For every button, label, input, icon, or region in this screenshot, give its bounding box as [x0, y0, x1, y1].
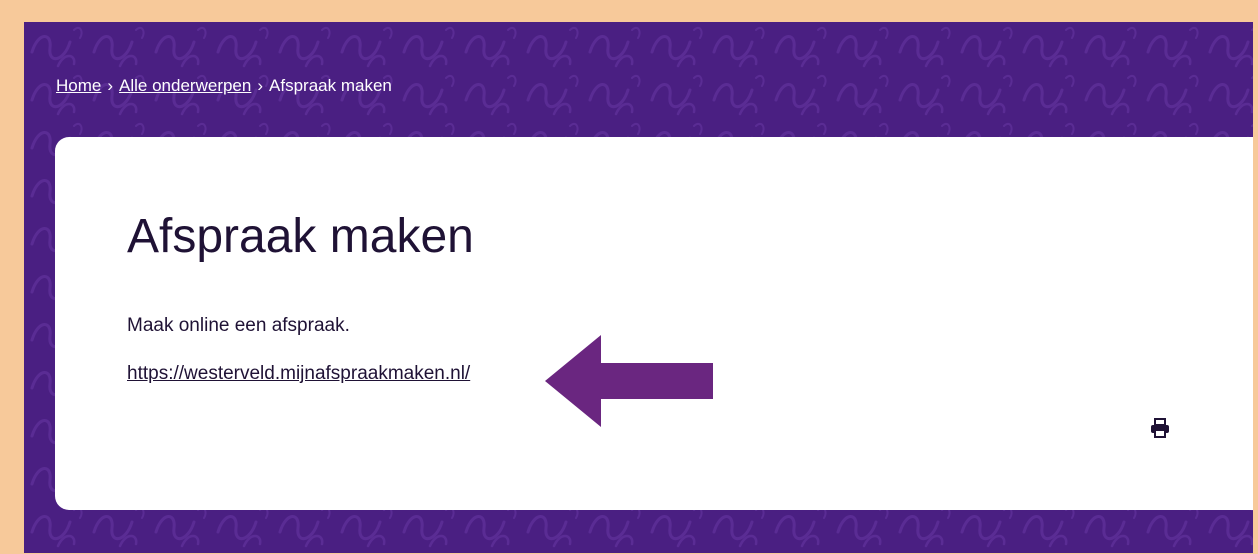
- arrow-left-icon: [545, 335, 713, 427]
- appointment-link[interactable]: https://westerveld.mijnafspraakmaken.nl/: [127, 363, 470, 385]
- header-banner: Home › Alle onderwerpen › Afspraak maken Afs…: [24, 22, 1253, 553]
- breadcrumb-topics-link[interactable]: Alle onderwerpen: [119, 76, 251, 95]
- breadcrumb-separator: ›: [107, 76, 114, 95]
- breadcrumb: Home › Alle onderwerpen › Afspraak maken: [56, 76, 392, 96]
- breadcrumb-current: Afspraak maken: [269, 76, 392, 95]
- print-icon[interactable]: [1149, 417, 1171, 444]
- content-card: Afspraak maken Maak online een afspraak.…: [55, 137, 1253, 510]
- breadcrumb-home-link[interactable]: Home: [56, 76, 101, 95]
- screenshot-frame: Home › Alle onderwerpen › Afspraak maken Afs…: [10, 10, 1253, 553]
- page-title: Afspraak maken: [127, 210, 474, 263]
- intro-text: Maak online een afspraak.: [127, 315, 350, 336]
- breadcrumb-separator: ›: [257, 76, 264, 95]
